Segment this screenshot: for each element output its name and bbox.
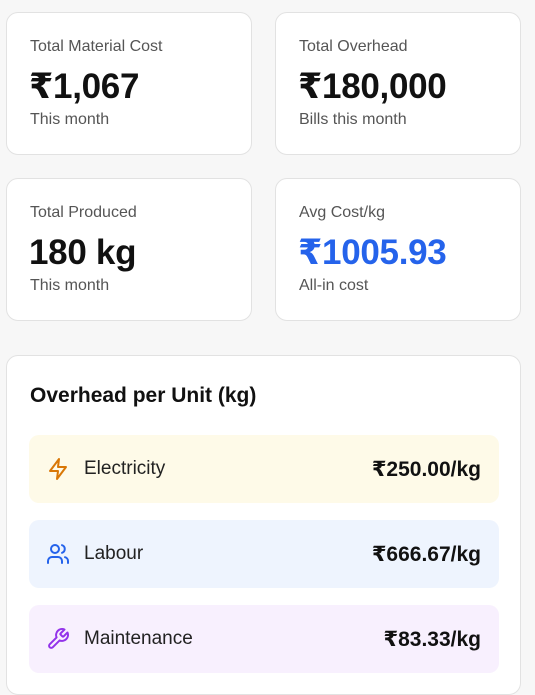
stat-card-total-material-cost: Total Material Cost ₹1,067 This month bbox=[6, 12, 252, 155]
overhead-label: Labour bbox=[84, 543, 144, 564]
overhead-label: Electricity bbox=[84, 458, 166, 479]
stat-card-avg-cost-per-kg: Avg Cost/kg ₹1005.93 All-in cost bbox=[275, 178, 521, 321]
stat-label: Total Material Cost bbox=[30, 38, 163, 55]
stat-card-total-overhead: Total Overhead ₹180,000 Bills this month bbox=[275, 12, 521, 155]
overhead-value: ₹83.33/kg bbox=[383, 628, 481, 651]
overhead-value: ₹666.67/kg bbox=[371, 543, 481, 566]
stat-subtitle: Bills this month bbox=[299, 111, 407, 128]
stat-subtitle: All-in cost bbox=[299, 277, 369, 294]
overhead-row-labour: Labour ₹666.67/kg bbox=[29, 520, 499, 588]
stat-subtitle: This month bbox=[30, 277, 110, 294]
stat-value: ₹180,000 bbox=[298, 67, 447, 106]
overhead-row-electricity: Electricity ₹250.00/kg bbox=[29, 435, 499, 503]
users-icon bbox=[46, 542, 70, 566]
overhead-value: ₹250.00/kg bbox=[371, 458, 481, 481]
stat-label: Avg Cost/kg bbox=[299, 204, 385, 221]
stat-value: ₹1,067 bbox=[29, 67, 140, 106]
stat-label: Total Overhead bbox=[299, 38, 408, 55]
stat-value: 180 kg bbox=[29, 233, 137, 272]
stat-subtitle: This month bbox=[30, 111, 110, 128]
lightning-bolt-icon bbox=[46, 457, 70, 481]
panel-title: Overhead per Unit (kg) bbox=[30, 384, 257, 407]
wrench-icon bbox=[46, 627, 70, 651]
stat-label: Total Produced bbox=[30, 204, 137, 221]
overhead-per-unit-panel: Overhead per Unit (kg) Electricity ₹250.… bbox=[6, 355, 521, 695]
stat-value: ₹1005.93 bbox=[298, 233, 447, 272]
overhead-row-maintenance: Maintenance ₹83.33/kg bbox=[29, 605, 499, 673]
stat-card-total-produced: Total Produced 180 kg This month bbox=[6, 178, 252, 321]
overhead-label: Maintenance bbox=[84, 628, 193, 649]
